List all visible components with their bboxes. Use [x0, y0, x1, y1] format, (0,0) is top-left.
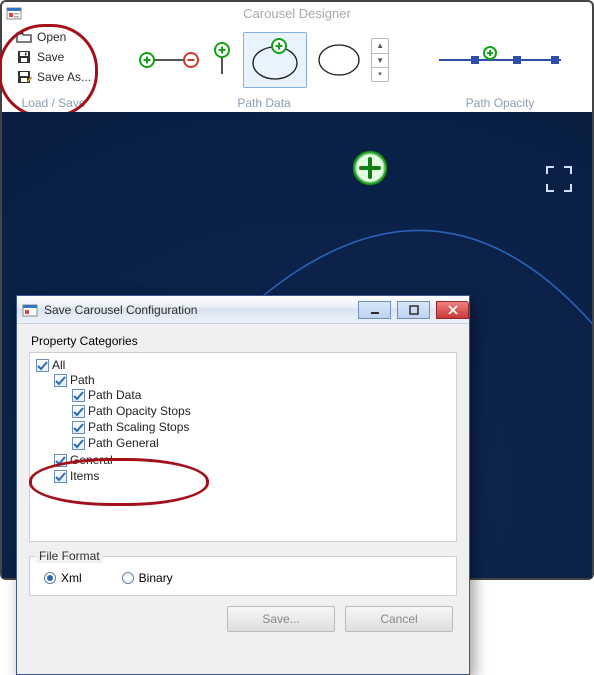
save-label: Save: [37, 50, 64, 64]
tree-node-path[interactable]: Path: [70, 373, 95, 387]
tree-node-items[interactable]: Items: [70, 469, 99, 483]
tree-node-path-general[interactable]: Path General: [88, 436, 159, 450]
property-tree[interactable]: All Path Path Data Path Opacity Stops Pa…: [29, 352, 457, 542]
dialog-title: Save Carousel Configuration: [44, 303, 197, 317]
add-node-button[interactable]: [352, 150, 388, 186]
fullscreen-icon[interactable]: [544, 164, 574, 194]
close-button[interactable]: [436, 301, 469, 319]
open-icon: [16, 29, 32, 45]
save-config-dialog: Save Carousel Configuration Property Cat…: [16, 295, 470, 675]
ribbon-caption-path-opacity: Path Opacity: [466, 93, 535, 112]
tool-add-remove-node[interactable]: [139, 32, 201, 88]
ribbon-caption-load-save: Load / Save: [21, 93, 85, 112]
radio-dot-icon: [122, 572, 134, 584]
save-button[interactable]: Save: [14, 48, 93, 66]
checkbox-icon[interactable]: [54, 454, 67, 467]
tool-ellipse-add[interactable]: [243, 32, 307, 88]
tree-node-path-data[interactable]: Path Data: [88, 388, 141, 402]
ribbon: Open Save Save As... Load / Save: [2, 26, 592, 112]
save-as-icon: [16, 69, 32, 85]
dialog-cancel-button[interactable]: Cancel: [345, 606, 453, 632]
tree-node-general[interactable]: General: [70, 453, 113, 467]
save-as-label: Save As...: [37, 70, 91, 84]
save-as-button[interactable]: Save As...: [14, 68, 93, 86]
tree-node-all[interactable]: All: [52, 358, 65, 372]
maximize-button[interactable]: [397, 301, 430, 319]
file-format-label: File Format: [36, 549, 103, 563]
file-format-group: File Format Xml Binary: [29, 556, 457, 596]
tool-add-point[interactable]: [207, 32, 237, 88]
checkbox-icon[interactable]: [72, 405, 85, 418]
property-categories-label: Property Categories: [31, 334, 457, 348]
ribbon-group-path-opacity: Path Opacity: [429, 26, 571, 112]
checkbox-icon[interactable]: [54, 470, 67, 483]
tool-opacity-line[interactable]: [435, 32, 565, 88]
dialog-icon: [22, 302, 38, 318]
tool-spinner[interactable]: ▲▼▾: [371, 32, 389, 88]
open-label: Open: [37, 30, 66, 44]
dialog-save-button[interactable]: Save...: [227, 606, 335, 632]
app-title: Carousel Designer: [2, 6, 592, 21]
radio-dot-icon: [44, 572, 56, 584]
radio-xml-label: Xml: [61, 571, 82, 585]
radio-xml[interactable]: Xml: [44, 571, 82, 585]
editor-canvas[interactable]: Save Carousel Configuration Property Cat…: [2, 112, 592, 578]
open-button[interactable]: Open: [14, 28, 93, 46]
checkbox-icon[interactable]: [36, 359, 49, 372]
checkbox-icon[interactable]: [72, 389, 85, 402]
minimize-button[interactable]: [358, 301, 391, 319]
dialog-titlebar[interactable]: Save Carousel Configuration: [17, 296, 469, 324]
ribbon-group-path-data: ▲▼▾ Path Data: [109, 26, 419, 112]
tree-node-path-scaling[interactable]: Path Scaling Stops: [88, 420, 189, 434]
checkbox-icon[interactable]: [72, 421, 85, 434]
checkbox-icon[interactable]: [72, 437, 85, 450]
radio-binary[interactable]: Binary: [122, 571, 173, 585]
ribbon-group-load-save: Open Save Save As... Load / Save: [8, 26, 99, 112]
tool-ellipse-plain[interactable]: [313, 32, 365, 88]
tree-node-path-opacity[interactable]: Path Opacity Stops: [88, 404, 191, 418]
ribbon-caption-path-data: Path Data: [237, 93, 290, 112]
save-icon: [16, 49, 32, 65]
checkbox-icon[interactable]: [54, 374, 67, 387]
radio-binary-label: Binary: [139, 571, 173, 585]
